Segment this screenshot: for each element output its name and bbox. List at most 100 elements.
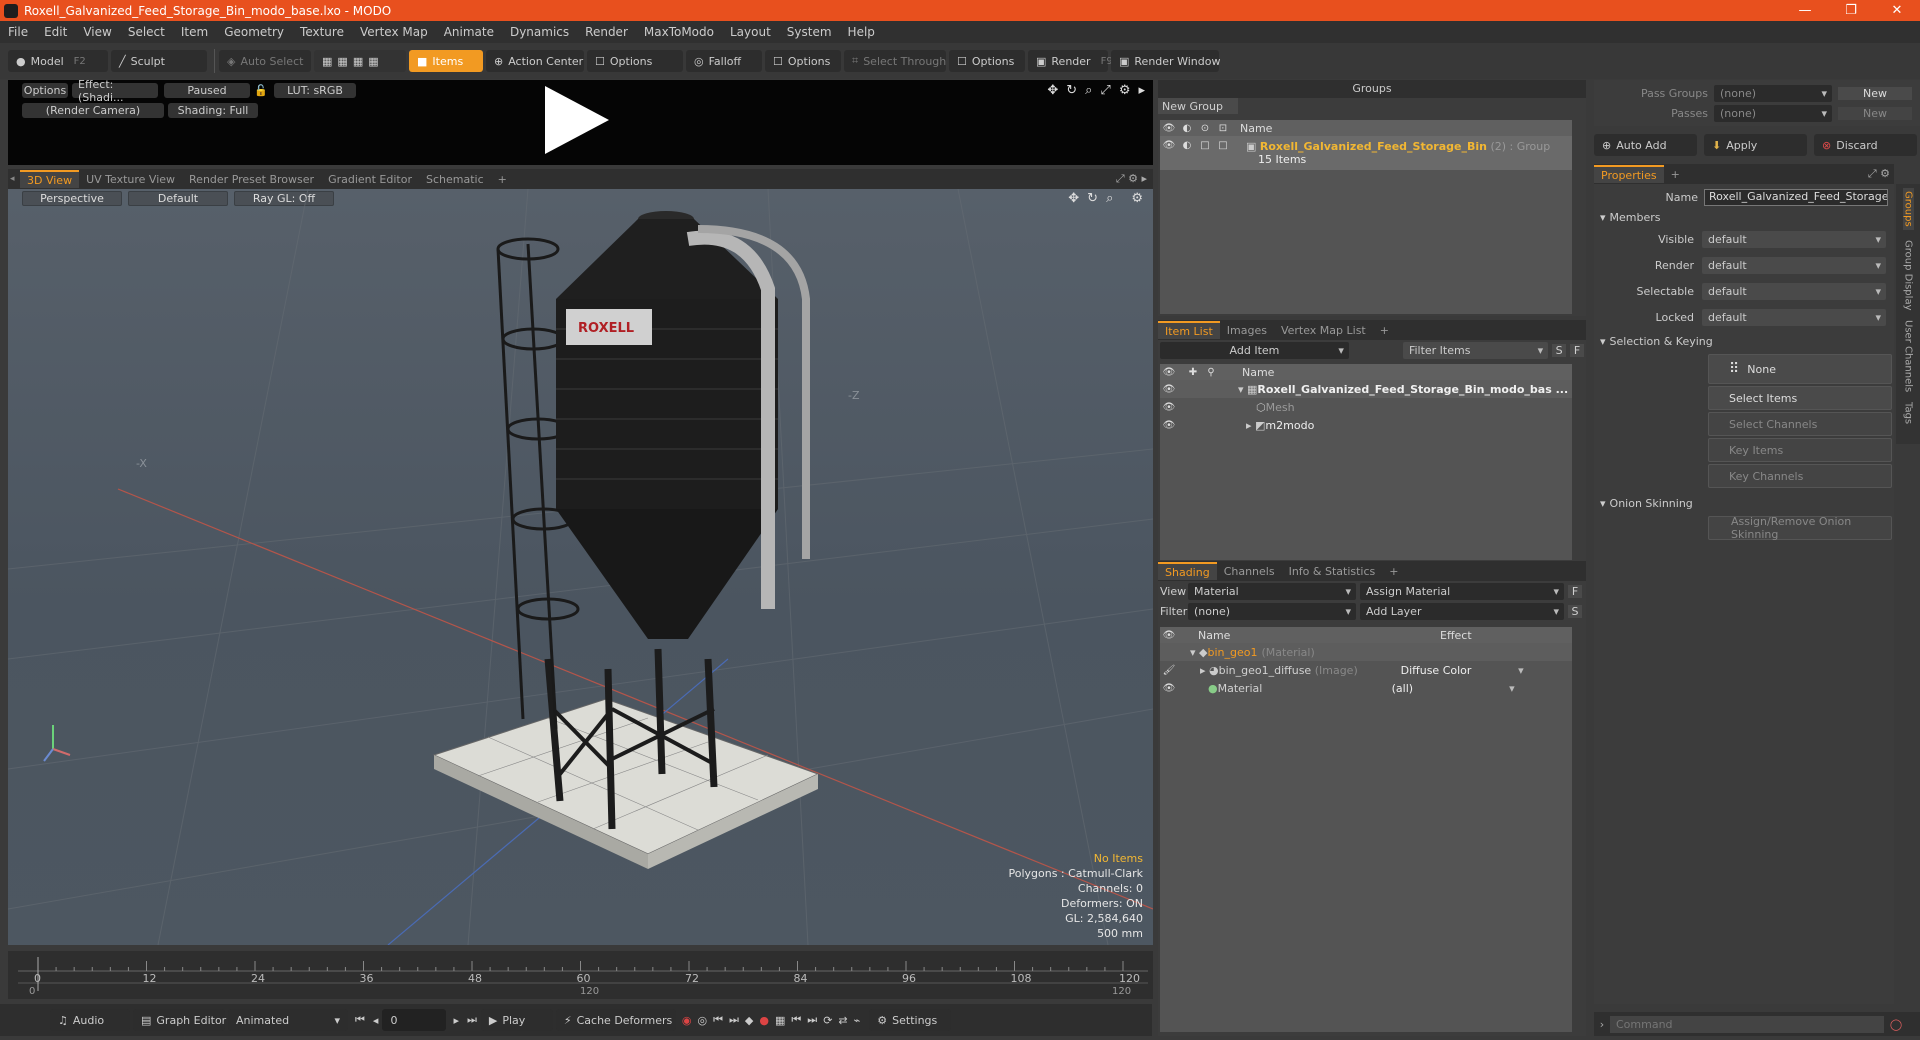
effect-dropdown[interactable]: Diffuse Color [1399,662,1529,679]
none-button[interactable]: ⠿ None [1708,354,1892,384]
collapse-arrow-icon[interactable]: ▾ [1600,497,1606,510]
menu-animate[interactable]: Animate [436,25,502,39]
bounce-icon[interactable]: ⇄ [838,1014,847,1027]
locked-dropdown[interactable]: default [1702,308,1886,326]
falloff-button[interactable]: ◎ Falloff [686,50,762,72]
tab-properties[interactable]: Properties [1594,165,1664,183]
menu-geometry[interactable]: Geometry [216,25,292,39]
filter-items-input[interactable]: Filter Items [1402,341,1549,359]
auto-key-icon[interactable]: ◎ [697,1014,707,1027]
step-forward-icon[interactable]: ▸ [453,1014,459,1027]
visibility-toggle-icon[interactable]: 👁 [1160,420,1178,431]
key-filter-icon[interactable]: ▦ [775,1014,785,1027]
polygons-mode-icon[interactable]: ▦ [353,55,363,68]
add-layer-dropdown[interactable]: Add Layer [1360,602,1564,620]
tab-item-list[interactable]: Item List [1158,321,1220,339]
maximize-icon[interactable]: ⤢ [1100,83,1110,98]
render-toggle-icon[interactable]: ◐ [1178,140,1196,170]
component-mode-buttons[interactable]: ▦ ▦ ▦ ▦ [314,50,406,72]
s-button[interactable]: S [1568,604,1582,618]
new-pass-button[interactable]: New [1838,106,1912,120]
maximize-button[interactable]: ❐ [1828,3,1874,18]
menu-select[interactable]: Select [120,25,173,39]
shader-row-diffuse[interactable]: 🖌 ▸ ◕ bin_geo1_diffuse (Image) Diffuse C… [1160,661,1572,679]
new-pass-group-button[interactable]: New [1838,86,1912,100]
effect-dropdown[interactable]: (all) [1390,680,1520,697]
menu-view[interactable]: View [75,25,119,39]
last-key-icon[interactable]: ⏭ [807,1013,817,1027]
select-channels-button[interactable]: Select Channels [1708,412,1892,436]
menu-dynamics[interactable]: Dynamics [502,25,577,39]
step-back-icon[interactable]: ◂ [373,1014,379,1027]
selectable-dropdown[interactable]: default [1702,282,1886,300]
tab-channels[interactable]: Channels [1217,562,1282,580]
render-dropdown[interactable]: default [1702,256,1886,274]
add-tab-button[interactable]: + [491,170,514,188]
tab-render-preset-browser[interactable]: Render Preset Browser [182,170,321,188]
speed-icon[interactable]: ⌁ [854,1014,861,1027]
lut-dropdown[interactable]: LUT: sRGB [274,83,356,98]
visibility-toggle-icon[interactable]: 👁 [1160,384,1178,395]
menu-system[interactable]: System [779,25,840,39]
side-tab-group-display[interactable]: Group Display [1903,240,1914,310]
item-row-m2modo[interactable]: 👁 ▸ ◩ m2modo [1160,416,1572,434]
viewport-panel-tools[interactable]: ⤢ ⚙ ▸ [1116,172,1153,186]
expand-arrow-icon[interactable]: ▾ ◆ [1178,646,1207,659]
menu-item[interactable]: Item [173,25,216,39]
name-field[interactable]: Roxell_Galvanized_Feed_Storage_B [1704,188,1888,206]
filter-dropdown[interactable]: (none) [1188,602,1356,620]
tab-uv-texture-view[interactable]: UV Texture View [79,170,182,188]
tab-images[interactable]: Images [1220,321,1274,339]
menu-edit[interactable]: Edit [36,25,75,39]
prev-key-icon[interactable]: ⏮ [713,1013,723,1027]
items-mode-button[interactable]: ■ Items [409,50,483,72]
menu-maxtomodo[interactable]: MaxToModo [636,25,722,39]
cache-deformers-button[interactable]: ⚡ Cache Deformers [555,1009,676,1031]
collapse-arrow-icon[interactable]: ▾ [1600,211,1606,224]
menu-layout[interactable]: Layout [722,25,779,39]
key-channels-button[interactable]: Key Channels [1708,464,1892,488]
menu-texture[interactable]: Texture [292,25,352,39]
model-mode-button[interactable]: ● Model F2 [8,50,108,72]
set-key-icon[interactable]: ◆ [745,1014,753,1027]
zoom-icon[interactable]: ⌕ [1085,83,1092,98]
shading-dropdown[interactable]: Shading: Full [168,103,258,118]
members-section[interactable]: ▾ Members [1594,208,1894,226]
select-through-button[interactable]: ⌗ Select Through [844,50,946,72]
effect-dropdown[interactable]: Effect: (Shadi... [72,78,158,104]
audio-button[interactable]: ♫ Audio [50,1009,130,1031]
paused-toggle[interactable]: Paused [164,83,250,98]
timeline[interactable]: 01224364860728496108120 0 120 120 [8,951,1153,999]
command-stop-icon[interactable]: ◯ [1884,1018,1908,1031]
command-input[interactable] [1610,1015,1884,1033]
item-row-mesh[interactable]: 👁 ⬡ Mesh [1160,398,1572,416]
expand-arrow-icon[interactable]: ▾ ▦ [1178,383,1257,396]
passes-dropdown[interactable]: (none) [1714,104,1832,122]
shader-row-material[interactable]: 👁 ● Material (all) [1160,679,1572,697]
first-key-icon[interactable]: ⏮ [791,1013,801,1027]
assign-remove-onion-skinning-button[interactable]: Assign/Remove Onion Skinning [1708,515,1892,541]
side-tab-tags[interactable]: Tags [1903,402,1914,424]
discard-button[interactable]: ⊗ Discard [1814,134,1917,156]
visibility-toggle-icon[interactable]: 👁 [1160,140,1178,170]
menu-render[interactable]: Render [577,25,636,39]
graph-editor-button[interactable]: ▤ Graph Editor [133,1009,226,1031]
move-icon[interactable]: ✥ [1047,83,1058,98]
render-button[interactable]: ▣ Render F9 [1028,50,1113,72]
timeline-ruler[interactable]: 01224364860728496108120 0 120 120 [8,951,1153,999]
visible-dropdown[interactable]: default [1702,230,1886,248]
frame-input[interactable]: 0 [382,1009,447,1031]
command-expand-icon[interactable]: › [1594,1018,1610,1031]
action-center-button[interactable]: ⊕ Action Center [486,50,584,72]
item-row-scene[interactable]: 👁 ▾ ▦ Roxell_Galvanized_Feed_Storage_Bin… [1160,380,1572,398]
tab-vertex-map-list[interactable]: Vertex Map List [1274,321,1373,339]
apply-button[interactable]: ⬇ Apply [1704,134,1807,156]
arrow-right-icon[interactable]: ▸ [1138,83,1145,98]
3d-viewport[interactable]: Perspective Default Ray GL: Off ✥ ↻ ⌕ ⚙ … [8,189,1153,945]
collapse-arrow-icon[interactable]: ▾ [1600,335,1606,348]
close-button[interactable]: ✕ [1874,3,1920,18]
add-item-dropdown[interactable]: Add Item [1160,341,1349,359]
menu-help[interactable]: Help [840,25,883,39]
select-toggle-icon[interactable]: □ [1214,140,1232,170]
menu-vertex-map[interactable]: Vertex Map [352,25,436,39]
